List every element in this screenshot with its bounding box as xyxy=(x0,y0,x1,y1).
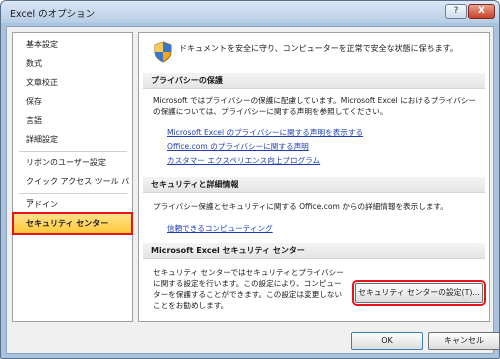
privacy-statement-link[interactable]: Microsoft Excel のプライバシーに関する声明を表示する xyxy=(167,127,363,138)
sidebar-divider xyxy=(19,151,127,152)
shield-icon xyxy=(154,41,172,63)
title-bar[interactable]: Excel のオプション ? X xyxy=(1,1,499,23)
ok-button[interactable]: OK xyxy=(351,332,423,350)
sidebar-item-save[interactable]: 保存 xyxy=(14,92,131,111)
sidebar-item-quick-access-toolbar[interactable]: クイック アクセス ツール バー xyxy=(14,172,131,205)
section-title-security: セキュリティと詳細情報 xyxy=(143,177,485,193)
panel-description: ドキュメントを安全に守り、コンピューターを正常で安全な状態に保ちます。 xyxy=(179,44,458,53)
trust-center-description: セキュリティ センターではセキュリティとプライバシーに関する設定を行います。この… xyxy=(153,268,344,310)
sidebar-divider xyxy=(19,193,127,194)
ceip-link[interactable]: カスタマー エクスペリエンス向上プログラム xyxy=(167,155,320,166)
sidebar-item-language[interactable]: 言語 xyxy=(14,111,131,130)
panel-header: ドキュメントを安全に守り、コンピューターを正常で安全な状態に保ちます。 xyxy=(139,33,489,73)
trust-center-panel: ドキュメントを安全に守り、コンピューターを正常で安全な状態に保ちます。 プライバ… xyxy=(138,32,490,322)
privacy-description: Microsoft ではプライバシーの保護に配慮しています。Microsoft … xyxy=(153,96,476,116)
sidebar-item-proofing[interactable]: 文章校正 xyxy=(14,73,131,92)
sidebar-nav: 基本設定 数式 文章校正 保存 言語 詳細設定 リボンのユーザー設定 クイック … xyxy=(12,32,133,322)
trustworthy-computing-link[interactable]: 信頼できるコンピューティング xyxy=(167,223,273,234)
trust-center-settings-button[interactable]: セキュリティ センターの設定(T)... xyxy=(352,280,486,306)
help-button[interactable]: ? xyxy=(445,4,467,19)
security-description: プライバシー保護とセキュリティに関する Office.com からの詳細情報を表… xyxy=(153,202,448,211)
sidebar-item-general[interactable]: 基本設定 xyxy=(14,35,131,54)
options-dialog: Excel のオプション ? X 基本設定 数式 文章校正 保存 言語 詳細設定… xyxy=(0,0,500,359)
dialog-body: 基本設定 数式 文章校正 保存 言語 詳細設定 リボンのユーザー設定 クイック … xyxy=(6,26,500,354)
sidebar-item-advanced[interactable]: 詳細設定 xyxy=(14,130,131,149)
window-title: Excel のオプション xyxy=(10,9,96,20)
close-button[interactable]: X xyxy=(468,4,495,19)
section-title-trust-center: Microsoft Excel セキュリティ センター xyxy=(143,243,485,259)
sidebar-item-customize-ribbon[interactable]: リボンのユーザー設定 xyxy=(14,153,131,172)
cancel-button[interactable]: キャンセル xyxy=(428,332,500,350)
sidebar-item-trust-center[interactable]: セキュリティ センター xyxy=(12,212,133,235)
section-title-privacy: プライバシーの保護 xyxy=(143,73,485,89)
office-privacy-link[interactable]: Office.com のプライバシーに関する声明 xyxy=(167,141,309,152)
sidebar-item-addins[interactable]: アドイン xyxy=(14,195,131,214)
sidebar-item-formulas[interactable]: 数式 xyxy=(14,54,131,73)
